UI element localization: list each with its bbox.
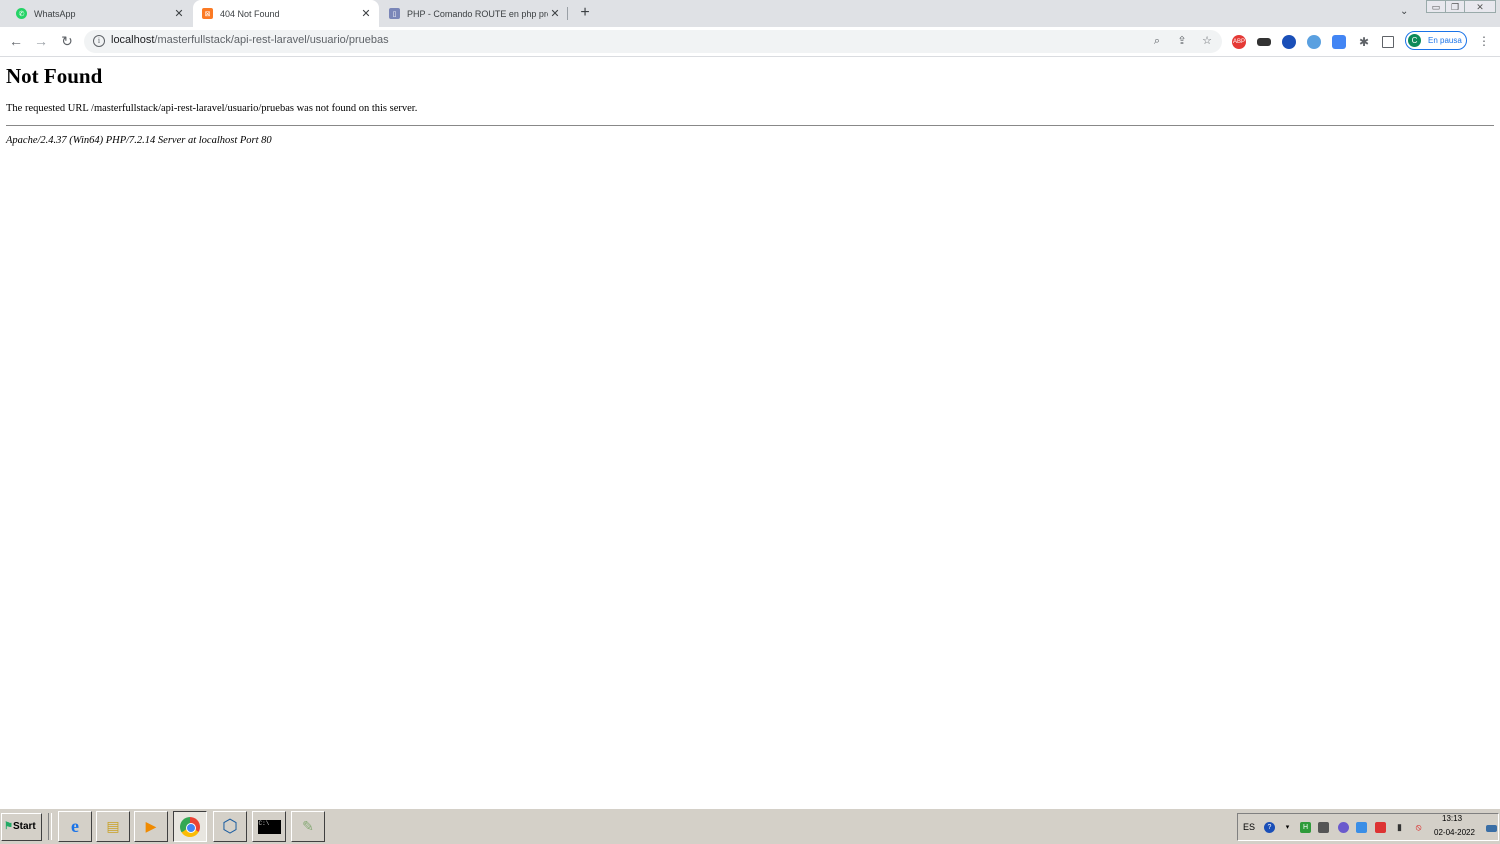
tray-network-icon[interactable] [1356,822,1367,833]
taskbar: ⚑Start e ▤ ▶ ⬡ C:\ ✎ ES ? ▾ H ▮ ⦸ [0,808,1500,844]
tab-404-not-found[interactable]: ⊠ 404 Not Found ✕ [193,0,379,27]
minimize-icon[interactable]: ▭ [1426,0,1446,13]
internet-explorer-icon[interactable]: e [58,811,92,842]
share-icon[interactable]: ⇪ [1175,34,1189,48]
volume-muted-icon[interactable]: ⦸ [1413,822,1424,833]
language-indicator[interactable]: ES [1243,822,1255,832]
whatsapp-icon: ✆ [16,8,27,19]
clock-date[interactable]: 02-04-2022 [1434,828,1475,837]
start-button[interactable]: ⚑Start [1,813,42,841]
google-translate-icon[interactable] [1332,35,1346,49]
clock-time[interactable]: 13:13 [1442,814,1462,823]
help-icon[interactable]: ? [1264,822,1275,833]
address-bar[interactable]: i localhost/masterfullstack/api-rest-lar… [84,30,1222,53]
tab-strip: ✆ WhatsApp ✕ ⊠ 404 Not Found ✕ ▯ PHP - C… [0,0,1500,27]
tray-monitor-icon[interactable] [1318,822,1329,833]
close-window-icon[interactable]: ✕ [1464,0,1496,13]
zoom-icon[interactable]: ⌕ [1150,34,1164,48]
tab-search-chevron-icon[interactable]: ⌄ [1400,6,1408,17]
side-panel-icon[interactable] [1382,36,1394,48]
divider [6,125,1494,126]
profile-button[interactable]: C En pausa [1405,31,1467,50]
tray-security-icon[interactable] [1375,822,1386,833]
url-host: localhost [111,34,155,46]
restore-icon[interactable]: ❐ [1445,0,1465,13]
server-signature: Apache/2.4.37 (Win64) PHP/7.2.14 Server … [6,135,272,146]
tab-whatsapp[interactable]: ✆ WhatsApp ✕ [0,0,192,27]
forward-arrow-icon[interactable]: → [32,32,50,50]
windows-flag-icon: ⚑ [4,821,13,832]
extension-card-icon[interactable] [1257,38,1271,46]
tab-title: WhatsApp [34,8,76,19]
chevron-down-icon[interactable]: ▾ [1282,822,1293,833]
profile-status: En pausa [1428,36,1462,45]
adblock-plus-icon[interactable]: ABP [1232,35,1246,49]
signal-icon[interactable]: ▮ [1394,822,1405,833]
info-icon[interactable]: i [93,35,105,47]
page-title: Not Found [6,64,103,88]
file-explorer-icon[interactable]: ▤ [96,811,130,842]
close-tab-icon[interactable]: ✕ [172,7,186,20]
tab-php-route[interactable]: ▯ PHP - Comando ROUTE en php prof ✕ [380,0,568,27]
show-desktop-icon[interactable] [1486,825,1497,832]
taskbar-separator [48,813,52,840]
tray-sync-icon[interactable] [1338,822,1349,833]
extension-globe-icon[interactable] [1307,35,1321,49]
paint-icon[interactable]: ✎ [291,811,325,842]
reload-icon[interactable]: ↻ [58,32,76,50]
error-message: The requested URL /masterfullstack/api-r… [6,103,418,114]
chrome-icon[interactable] [173,811,207,842]
tab-title: PHP - Comando ROUTE en php prof [407,8,548,19]
close-tab-icon[interactable]: ✕ [359,7,373,20]
close-tab-icon[interactable]: ✕ [548,7,562,20]
back-arrow-icon[interactable]: ← [7,32,25,50]
xampp-icon: ⊠ [202,8,213,19]
tab-title: 404 Not Found [220,8,280,19]
command-prompt-icon[interactable]: C:\ [252,811,286,842]
bookmark-star-icon[interactable]: ☆ [1200,34,1214,48]
extensions-puzzle-icon[interactable]: ✱ [1357,35,1371,49]
start-label: Start [12,821,36,832]
php-icon: ▯ [389,8,400,19]
url-path: /masterfullstack/api-rest-laravel/usuari… [154,34,389,46]
virtualbox-icon[interactable]: ⬡ [213,811,247,842]
extension-user-icon[interactable] [1282,35,1296,49]
tab-divider [567,7,568,20]
new-tab-button[interactable]: + [576,4,594,22]
url-text[interactable]: localhost/masterfullstack/api-rest-larav… [111,34,389,46]
tray-app-icon[interactable]: H [1300,822,1311,833]
avatar: C [1408,34,1421,47]
kebab-menu-icon[interactable]: ⋮ [1478,34,1490,48]
browser-toolbar: ← → ↻ i localhost/masterfullstack/api-re… [0,27,1500,57]
media-player-icon[interactable]: ▶ [134,811,168,842]
